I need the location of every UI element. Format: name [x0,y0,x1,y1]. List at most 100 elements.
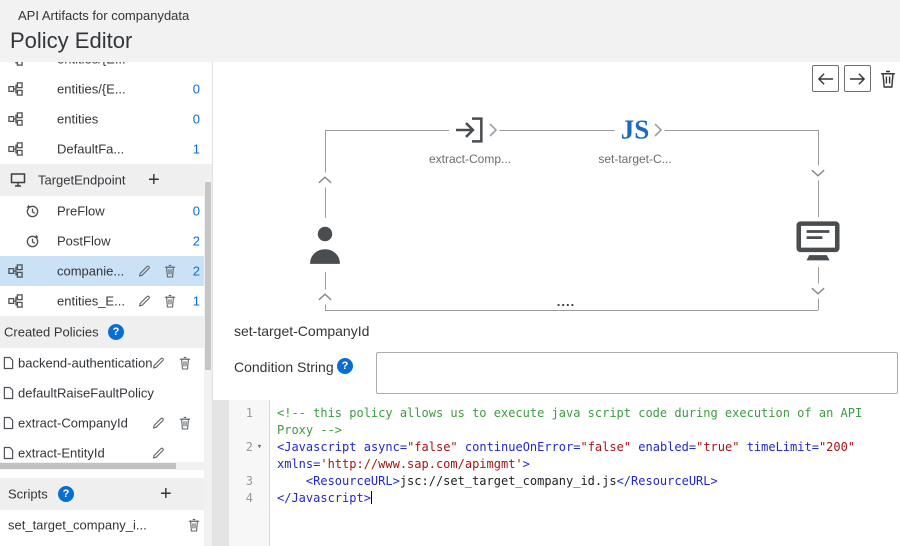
step-chevron-icon [652,120,665,140]
flow-canvas[interactable]: JS extract-Comp... set-target-C... .... [213,62,900,318]
request-flow-line [325,130,818,131]
code-token-attr: xmlns= [277,457,320,471]
sidebar-item-label: PreFlow [57,204,105,219]
flow-step-extract-company[interactable] [449,112,491,148]
sidebar-item-label: entities/{E... [57,62,126,67]
code-token-plain: jsc://set_target_company_id.js [400,474,617,488]
process-flow-icon [8,112,23,127]
policy-doc-icon [3,447,14,460]
condition-string-input[interactable] [376,352,898,394]
help-icon[interactable]: ? [337,358,353,374]
page-header: API Artifacts for companydata Policy Edi… [0,0,900,62]
step-chevron-icon [487,120,500,140]
section-title: Scripts [8,487,48,502]
sidebar-item-label: backend-authentication [18,356,152,371]
code-line-number: 2▾ [213,439,270,456]
code-line: 3 <ResourceURL>jsc://set_target_company_… [213,473,900,490]
code-token-plain [277,474,306,488]
sidebar-item-defaultraisefaultpolicy[interactable]: defaultRaiseFaultPolicy [0,378,212,408]
sidebar-item-preflow[interactable]: PreFlow 0 [0,196,212,226]
code-token-attr: enabled= [638,440,696,454]
help-icon[interactable]: ? [108,324,124,340]
flow-step-set-target-js[interactable]: JS [615,117,656,144]
section-header-scripts: Scripts ? + [0,478,212,510]
sidebar-item-label: companie... [57,264,124,279]
edit-icon[interactable] [138,265,151,278]
main-panel: JS extract-Comp... set-target-C... .... … [213,62,900,546]
sidebar-item-label: defaultRaiseFaultPolicy [18,386,154,401]
delete-icon[interactable] [179,416,191,430]
sidebar-item-defaultfault[interactable]: DefaultFa... 1 [0,134,212,164]
flow-count-badge: 1 [193,142,200,157]
delete-icon[interactable] [164,294,176,308]
chevron-up-icon [318,173,333,188]
scrollbar-thumb[interactable] [0,463,176,469]
section-header-target-endpoint[interactable]: TargetEndpoint + [0,164,212,196]
flow-step-label: set-target-C... [598,152,671,166]
canvas-toolbar [812,65,900,92]
sidebar: entities/{E... entities/{E... 0 entities… [0,62,213,546]
add-flow-button[interactable]: + [148,170,160,190]
sidebar-item-set-target-company-script[interactable]: set_target_company_i... [0,510,212,540]
edit-icon[interactable] [138,295,151,308]
edit-icon[interactable] [152,447,165,460]
edit-icon[interactable] [152,357,165,370]
sidebar-item-entities-brace-1[interactable]: entities/{E... [0,62,212,74]
sidebar-item-entities[interactable]: entities 0 [0,104,212,134]
sidebar-item-entities-e[interactable]: entities_E... 1 [0,286,212,316]
sidebar-item-label: entities [57,112,98,127]
collapsed-flow-dots[interactable]: .... [557,294,575,309]
code-editor[interactable]: 1 <!-- this policy allows us to execute … [213,400,900,546]
sidebar-item-label: extract-CompanyId [18,416,128,431]
section-header-created-policies: Created Policies ? [0,316,212,348]
code-token-comment: <!-- this policy allows us to execute ja… [277,406,869,437]
process-flow-icon [8,264,23,279]
edit-icon[interactable] [152,417,165,430]
sidebar-item-clipped[interactable] [0,540,212,546]
flow-count-badge: 2 [193,264,200,279]
policy-doc-icon [3,357,14,370]
breadcrumb[interactable]: API Artifacts for companydata [18,8,189,23]
code-line-content[interactable]: <Javascript async= "false" continueOnErro… [270,439,893,473]
sidebar-horizontal-scrollbar[interactable] [0,462,205,470]
fold-toggle-icon[interactable]: ▾ [253,439,266,456]
sidebar-item-label: PostFlow [57,234,110,249]
nav-forward-button[interactable] [844,65,871,92]
code-token-plain [855,440,862,454]
scrollbar-thumb[interactable] [205,182,211,370]
flow-count-badge: 0 [193,82,200,97]
process-flow-icon [8,62,23,67]
code-token-string: "false" [580,440,631,454]
code-line-content[interactable]: <ResourceURL>jsc://set_target_company_id… [270,473,893,490]
code-line: 2▾ <Javascript async= "false" continueOnE… [213,439,900,473]
code-token-plain [356,440,363,454]
code-token-tag: <Javascript [277,440,356,454]
code-token-attr: async= [364,440,407,454]
code-line-content[interactable]: </Javascript> [270,490,893,507]
sidebar-item-label: set_target_company_i... [8,518,147,533]
sidebar-item-extract-companyid[interactable]: extract-CompanyId [0,408,212,438]
postflow-clock-icon [25,234,40,249]
delete-icon[interactable] [164,264,176,278]
sidebar-item-entities-brace-2[interactable]: entities/{E... 0 [0,74,212,104]
code-line-number: 1 [213,405,270,422]
response-flow-line [325,310,818,311]
sidebar-item-label: DefaultFa... [57,142,124,157]
code-token-tag: </ResourceURL> [617,474,718,488]
code-line-number: 4 [213,490,270,507]
delete-icon[interactable] [179,356,191,370]
help-icon[interactable]: ? [58,486,74,502]
section-title: TargetEndpoint [38,173,125,188]
sidebar-item-companies-selected[interactable]: companie... 2 [0,256,212,286]
nav-back-button[interactable] [812,65,839,92]
sidebar-item-backend-authentication[interactable]: backend-authentication [0,348,212,378]
code-line-content[interactable]: <!-- this policy allows us to execute ja… [270,405,893,439]
delete-policy-button[interactable] [876,65,900,92]
sidebar-item-postflow[interactable]: PostFlow 2 [0,226,212,256]
code-token-plain [458,440,465,454]
add-script-button[interactable]: + [160,484,172,504]
code-token-attr: continueOnError= [465,440,581,454]
delete-icon[interactable] [188,518,200,532]
code-token-tag: </Javascript> [277,491,371,505]
sidebar-vertical-scrollbar[interactable] [204,177,212,546]
